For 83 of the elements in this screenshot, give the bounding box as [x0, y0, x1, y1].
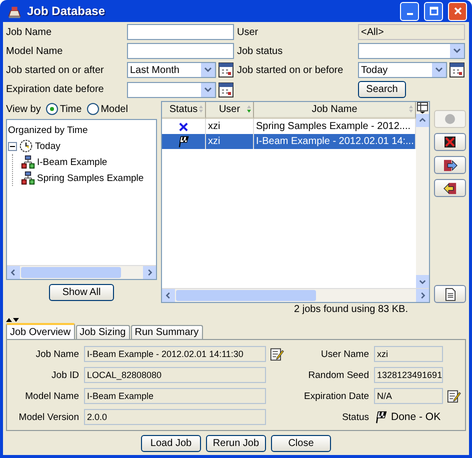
status-text: Done - OK: [391, 411, 441, 423]
filter-label: Job started on or before: [237, 64, 344, 76]
collapse-icon[interactable]: [8, 142, 17, 150]
tree-item[interactable]: I-Beam Example: [37, 156, 108, 168]
readonly-field: I-Beam Example - 2012.02.01 14:11:30: [84, 346, 266, 362]
readonly-field: N/A: [374, 388, 443, 404]
dialog-button[interactable]: Load Job: [141, 435, 201, 452]
field-label: Random Seed: [307, 368, 369, 382]
search-button[interactable]: Search: [358, 81, 406, 98]
filter-label: Model Name: [6, 46, 64, 56]
field-label: Job ID: [50, 368, 79, 382]
tab[interactable]: Run Summary: [130, 325, 203, 339]
date-dropdown[interactable]: Last Month: [127, 62, 216, 78]
vertical-scrollbar[interactable]: [416, 114, 429, 288]
checkered-flag-icon: [177, 135, 190, 148]
calendar-icon[interactable]: [449, 62, 465, 78]
tree-item[interactable]: Spring Samples Example: [37, 172, 144, 184]
readonly-field: 1328123491691: [374, 367, 443, 383]
toolbar-button[interactable]: [434, 133, 466, 151]
field-label: Job Name: [34, 348, 79, 362]
edit-icon[interactable]: [270, 347, 284, 361]
readonly-field: LOCAL_82808080: [84, 367, 266, 383]
circle-icon: [444, 113, 456, 125]
dialog-button[interactable]: Rerun Job: [206, 435, 266, 452]
readonly-field: I-Beam Example: [84, 388, 266, 404]
model-icon: [21, 171, 35, 185]
field-label: Expiration Date: [303, 390, 369, 404]
readonly-field: 2.0.0: [84, 409, 266, 425]
delete-icon: [444, 136, 456, 148]
calendar-icon[interactable]: [218, 62, 234, 78]
minimize-button[interactable]: [400, 2, 419, 20]
show-all-button[interactable]: Show All: [49, 284, 114, 302]
window-title: Job Database: [27, 4, 106, 18]
dropdown-field[interactable]: [358, 43, 465, 59]
filter-label: Job Name: [6, 26, 53, 38]
tab[interactable]: Job Overview: [6, 323, 75, 339]
tab[interactable]: Job Sizing: [76, 325, 130, 339]
filter-label: Job status: [237, 46, 284, 56]
column-header[interactable]: Status: [162, 102, 206, 119]
splitter-arrows-icon[interactable]: [6, 317, 20, 324]
field-label: User Name: [320, 348, 369, 362]
view-by-label: View by: [6, 104, 41, 114]
tree-item[interactable]: Today: [35, 140, 60, 152]
column-chooser-icon[interactable]: [417, 102, 428, 114]
field-label: Model Version: [18, 410, 79, 424]
calendar-icon[interactable]: [218, 82, 234, 98]
tree-heading: Organized by Time: [8, 124, 88, 136]
text-field[interactable]: [127, 24, 234, 40]
minimize-icon: [406, 13, 412, 15]
column-header[interactable]: Job Name: [254, 102, 416, 119]
filter-label: User: [237, 26, 260, 38]
toolbar-button[interactable]: [434, 285, 466, 304]
status-text: 2 jobs found using 83 KB.: [293, 304, 409, 316]
table-row[interactable]: xzi I-Beam Example - 2012.02.01 14:...: [162, 134, 416, 149]
horizontal-scrollbar[interactable]: [7, 265, 156, 280]
arrow-left-icon: [442, 182, 458, 194]
radio-option[interactable]: Time: [46, 103, 82, 115]
horizontal-scrollbar[interactable]: [162, 288, 429, 302]
arrow-right-icon: [442, 158, 458, 172]
radio-option[interactable]: Model: [86, 103, 128, 115]
table-cell: xzi: [206, 134, 254, 149]
field-label: Status: [341, 410, 369, 424]
model-icon: [21, 155, 35, 169]
toolbar-button[interactable]: [434, 156, 466, 174]
text-field[interactable]: [127, 43, 234, 59]
document-icon: [444, 288, 456, 301]
filter-label: Job started on or after: [6, 64, 105, 76]
dialog-button[interactable]: Close: [271, 435, 331, 452]
close-button[interactable]: [448, 2, 467, 20]
filter-label: Expiration date before: [6, 84, 105, 95]
maximize-button[interactable]: [424, 2, 443, 20]
edit-icon[interactable]: [447, 389, 461, 403]
x-mark-icon: [179, 122, 188, 132]
date-dropdown[interactable]: Today: [358, 62, 447, 78]
clock-icon: [19, 139, 33, 153]
column-header[interactable]: User: [206, 102, 254, 119]
field-label: Model Name: [24, 390, 79, 404]
checkered-flag-icon: [374, 410, 388, 424]
toolbar-button[interactable]: [434, 179, 466, 197]
readonly-field: <All>: [358, 24, 465, 40]
readonly-field: xzi: [374, 346, 443, 362]
close-icon: [452, 6, 462, 16]
maximize-icon: [428, 6, 438, 16]
